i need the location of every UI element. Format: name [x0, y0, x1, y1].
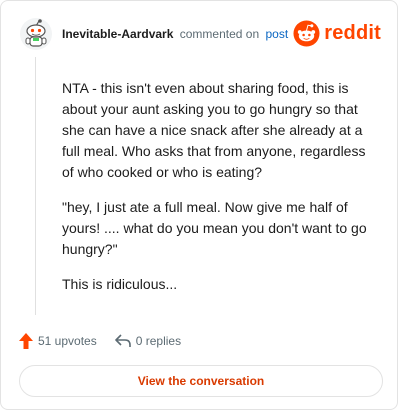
reply-count: 0 replies [135, 334, 182, 348]
comment-body: NTA - this isn't even about sharing food… [62, 78, 380, 309]
comment-header: Inevitable-Aardvark commented on post re… [19, 17, 381, 53]
comment-card: Inevitable-Aardvark commented on post re… [0, 0, 398, 410]
upvotes-button[interactable]: 51 upvotes [19, 333, 97, 349]
post-link[interactable]: post [265, 27, 288, 41]
reply-arrow-icon [114, 334, 131, 347]
comment-paragraph: This is ridiculous... [62, 276, 178, 292]
author-name[interactable]: Inevitable-Aardvark [62, 27, 173, 41]
thread-line [35, 57, 36, 315]
comment-paragraph: NTA - this isn't even about sharing food… [62, 80, 366, 180]
reddit-brand[interactable]: reddit [293, 19, 381, 47]
comment-paragraph: "hey, I just ate a full meal. Now give m… [62, 199, 367, 257]
reddit-logo-icon [293, 19, 320, 47]
upvote-arrow-icon [19, 333, 33, 349]
reddit-wordmark: reddit [324, 21, 381, 44]
replies-button[interactable]: 0 replies [114, 334, 182, 348]
snoo-avatar-icon[interactable] [19, 17, 53, 51]
upvote-count: 51 upvotes [38, 334, 97, 348]
comment-byline: Inevitable-Aardvark commented on post [62, 27, 288, 41]
comment-actions: 51 upvotes 0 replies [19, 331, 181, 351]
view-conversation-button[interactable]: View the conversation [19, 365, 383, 397]
action-text: commented on [179, 27, 260, 41]
